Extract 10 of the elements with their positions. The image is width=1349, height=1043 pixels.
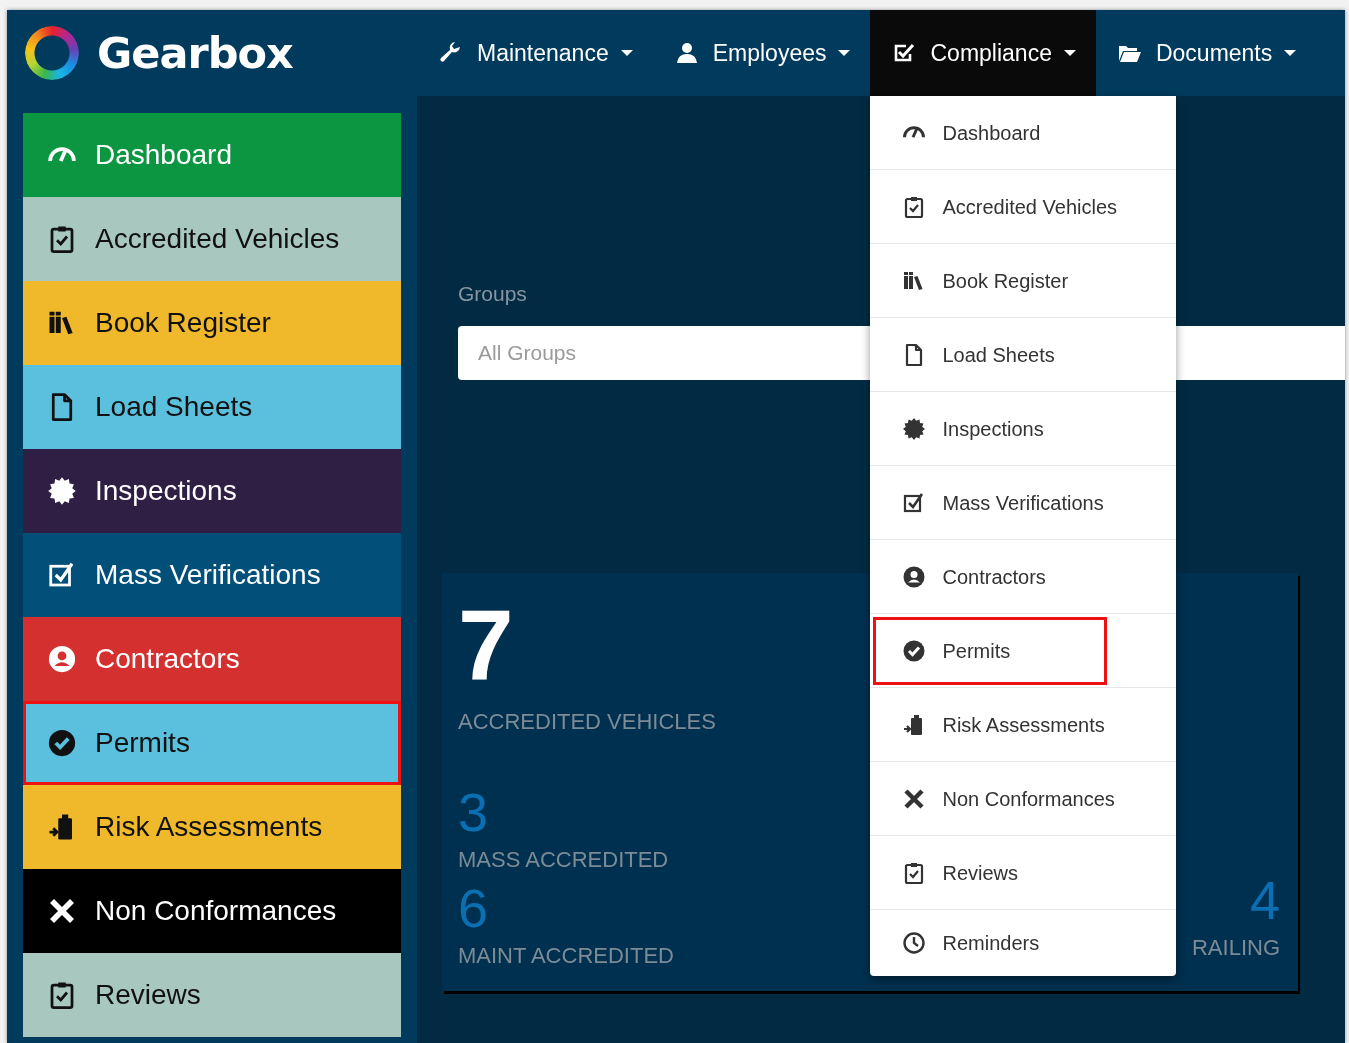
stat-label: ACCREDITED VEHICLES [458,709,716,735]
field-label: Groups [458,282,527,306]
stat-value: 7 [458,595,514,695]
brand-name: Gearbox [97,28,293,78]
stat-value: 6 [458,881,489,935]
stat-label: RAILING [1191,935,1280,961]
stat-label: MASS ACCREDITED [458,847,669,873]
stat-value: 3 [458,785,489,839]
stat-label: MAINT ACCREDITED [458,943,674,969]
stat-value: 4 [1249,873,1280,927]
